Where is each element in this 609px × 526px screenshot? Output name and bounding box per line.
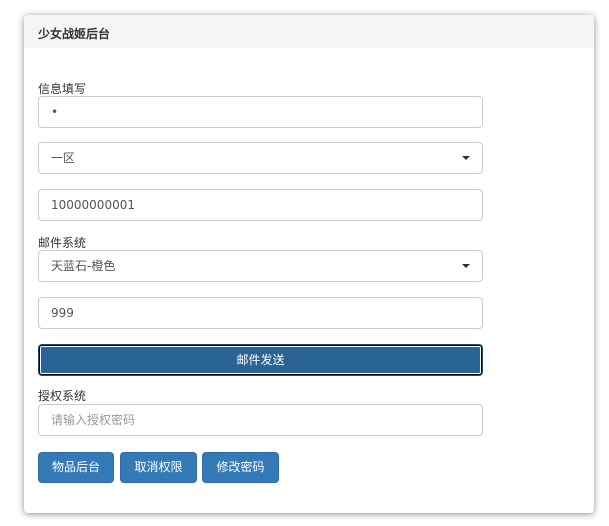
mail-section-label: 邮件系统 (38, 236, 87, 250)
server-select-value: 一区 (51, 151, 76, 165)
change-password-button[interactable]: 修改密码 (202, 452, 279, 483)
server-select[interactable]: 一区 (38, 142, 483, 174)
caret-down-icon (462, 156, 470, 160)
item-select-value: 天蓝石-橙色 (51, 259, 116, 273)
auth-password-input[interactable]: 请输入授权密码 (38, 404, 483, 436)
send-mail-button[interactable]: 邮件发送 (38, 344, 483, 376)
player-id-input[interactable]: 10000000001 (38, 189, 483, 221)
revoke-permission-button[interactable]: 取消权限 (120, 452, 197, 483)
admin-panel: 少女战姬后台 信息填写 • 一区 10000000001 邮件系统 天蓝石-橙色… (24, 15, 594, 513)
caret-down-icon (462, 264, 470, 268)
panel-title: 少女战姬后台 (24, 15, 594, 48)
info-input[interactable]: • (38, 96, 483, 128)
item-select[interactable]: 天蓝石-橙色 (38, 250, 483, 282)
items-admin-button[interactable]: 物品后台 (38, 452, 114, 483)
info-section-label: 信息填写 (38, 82, 87, 96)
quantity-input[interactable]: 999 (38, 297, 483, 329)
auth-section-label: 授权系统 (38, 389, 87, 403)
